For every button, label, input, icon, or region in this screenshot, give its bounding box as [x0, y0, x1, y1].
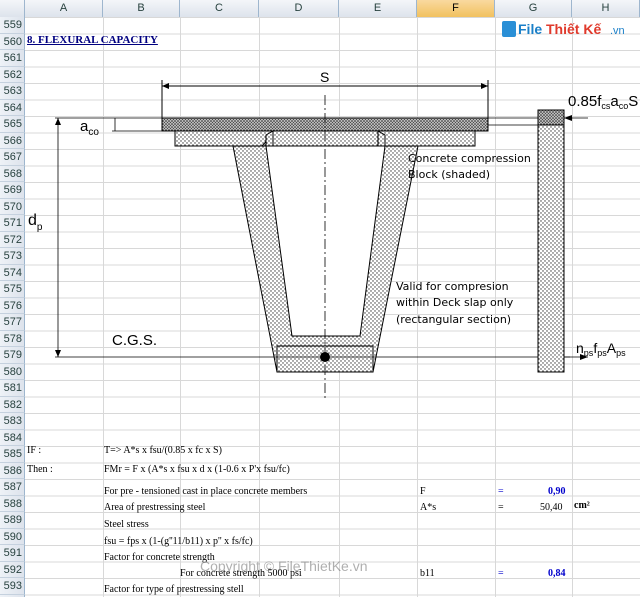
note-valid-3: (rectangular section) — [396, 313, 511, 326]
cell-b589[interactable]: Area of prestressing steel — [104, 501, 205, 515]
cell-b590[interactable]: Steel stress — [104, 518, 149, 532]
cell-g588-eq: = — [498, 486, 504, 497]
note-valid-2: within Deck slap only — [396, 296, 514, 309]
note-valid-1: Valid for compresion — [396, 280, 509, 293]
spreadsheet: A B C D E F G H 559 560 561 562 563 564 565 566… — [0, 0, 640, 597]
cell-g588-value[interactable]: 0,90 — [548, 485, 566, 499]
label-s: S — [320, 69, 329, 85]
cell-h589-unit: cm² — [574, 500, 590, 511]
arrow-right-icon — [481, 83, 488, 89]
cell-f593[interactable]: b11 — [420, 567, 435, 581]
note-block-2: Block (shaded) — [408, 168, 490, 181]
cell-b594[interactable]: Factor for type of prestressing stell — [104, 583, 244, 597]
cell-f588[interactable]: F — [420, 485, 426, 499]
cell-b586[interactable]: T=> A*s x fsu/(0.85 x fc x S) — [104, 444, 222, 458]
label-compression-force: 0.85fcsacoS — [568, 93, 638, 111]
cell-a586[interactable]: IF : — [27, 444, 41, 458]
note-block-1: Concrete compression — [408, 152, 531, 165]
cell-b588[interactable]: For pre - tensioned cast in place concre… — [104, 485, 307, 499]
label-dp: dp — [28, 212, 43, 233]
cell-b587[interactable]: FMr = F x (A*s x fsu x d x (1-0.6 x P'x … — [104, 463, 290, 477]
cell-b591[interactable]: fsu = fps x (1-(g''11/b11) x p'' x fs/fc… — [104, 535, 253, 549]
arrow-left-icon — [162, 83, 169, 89]
cell-a587[interactable]: Then : — [27, 463, 53, 477]
cell-g589-eq: = — [498, 502, 504, 513]
label-tension-force: npsfpsAps — [576, 340, 626, 358]
label-aco: aco — [80, 118, 99, 138]
cell-g589-value[interactable]: 50,40 — [540, 501, 563, 515]
cell-g593-value[interactable]: 0,84 — [548, 567, 566, 581]
label-cgs: C.G.S. — [112, 332, 157, 349]
cell-f589[interactable]: A*s — [420, 501, 436, 515]
compression-arrow-icon — [564, 115, 572, 121]
cell-g593-eq: = — [498, 568, 504, 579]
cell-b592[interactable]: Factor for concrete strength — [104, 551, 215, 565]
stress-diagram — [537, 109, 565, 373]
tendon-cgs-icon — [320, 352, 330, 362]
watermark: Copyright © FileThietKe.vn — [200, 558, 368, 574]
